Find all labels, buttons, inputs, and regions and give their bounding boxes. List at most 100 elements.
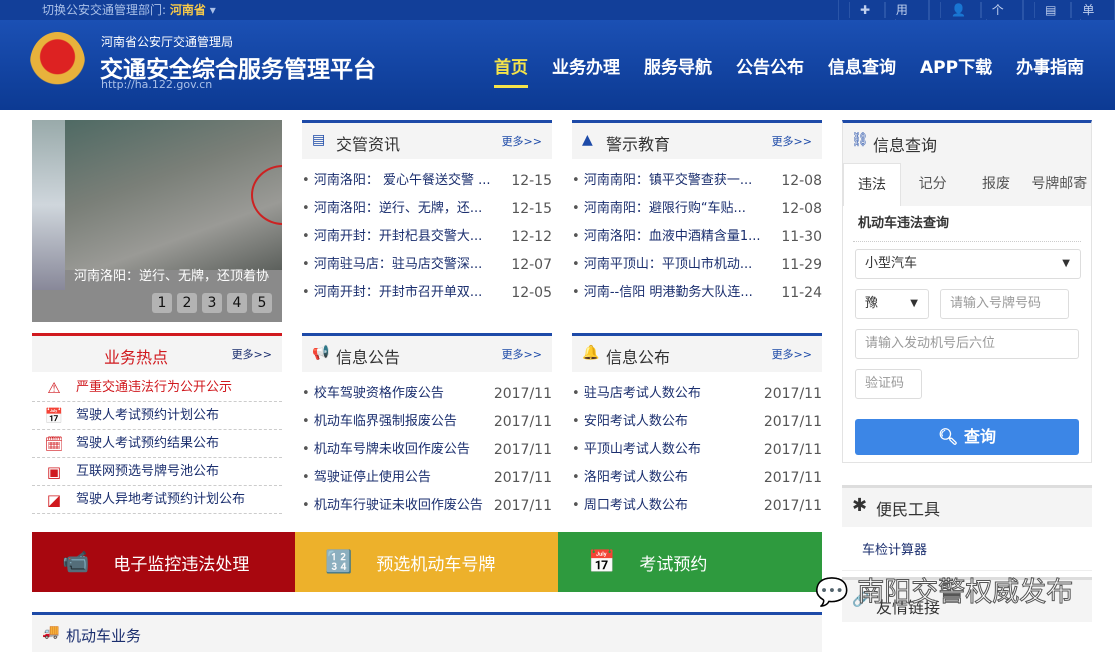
list-item[interactable]: 河南洛阳： 爱心午餐送交警 ... 12-15 [302,167,552,195]
tab-scrap[interactable]: 报废 [964,163,1027,206]
warning-icon: ▲ [582,132,593,148]
item-date: 2017/11 [763,386,822,402]
panel-title: 业务热点 [104,348,169,367]
slide-page-2[interactable]: 2 [177,293,197,313]
wechat-icon: 💬 [815,577,850,609]
slide-page-5[interactable]: 5 [252,293,272,313]
dropdown-arrow-icon: ▼ [910,298,918,309]
list-item[interactable]: 机动车行驶证未收回作废公告 2017/11 [302,492,552,520]
nav-home[interactable]: 首页 [494,53,528,88]
asterisk-icon: ✱ [852,495,868,516]
item-title: 河南开封：开封市召开单双... [302,279,482,307]
list-item[interactable]: 河南洛阳：逆行、无牌，还... 12-15 [302,195,552,223]
vehicle-type-select[interactable]: 小型汽车 ▼ [855,249,1081,279]
slide-page-3[interactable]: 3 [202,293,222,313]
more-link[interactable]: 更多>> [232,346,272,362]
banner-exam-booking[interactable]: 📅 考试预约 [558,532,822,592]
list-item[interactable]: 洛阳考试人数公布 2017/11 [572,464,822,492]
list-item[interactable]: 驾驶证停止使用公告 2017/11 [302,464,552,492]
tab-plate-mail[interactable]: 号牌邮寄 [1028,163,1091,206]
item-date: 2017/11 [493,442,552,458]
list-item[interactable]: 河南开封：开封市召开单双... 12-05 [302,279,552,307]
query-submit-button[interactable]: 🔍︎ 查询 [855,419,1079,455]
slide-caption[interactable]: 河南洛阳：逆行、无牌，还顶着协 [74,265,269,284]
banner-surveillance[interactable]: 📹 电子监控违法处理 [32,532,295,592]
calendar-icon: 📅 [44,407,64,425]
news-slider[interactable]: 河南洛阳：逆行、无牌，还顶着协 1 2 3 4 5 [32,120,282,322]
item-date: 2017/11 [763,470,822,486]
item-date: 2017/11 [493,386,552,402]
slide-page-4[interactable]: 4 [227,293,247,313]
item-title: 校车驾驶资格作废公告 [302,380,444,408]
news-list: 校车驾驶资格作废公告 2017/11 机动车临界强制报废公告2017/11机动车号牌… [302,372,552,520]
province-prefix-select[interactable]: 豫 ▼ [855,289,929,319]
more-link[interactable]: 更多>> [502,133,542,149]
org-name: 河南省公安厅交通管理局 [101,35,234,49]
hot-item[interactable]: 📅 驾驶人考试预约计划公布 [32,402,282,430]
number-plate-icon: ▣ [46,463,62,481]
site-header: 河南省公安厅交通管理局 交通安全综合服务管理平台 http://ha.122.g… [0,20,1115,110]
plate-number-input[interactable]: 请输入号牌号码 [940,289,1069,319]
warning-panel: ▲警示教育更多>> 河南南阳：镇平交警查获一...12-08河南南阳：避限行购“… [572,120,822,307]
list-item[interactable]: 周口考试人数公布 2017/11 [572,492,822,520]
nav-query[interactable]: 信息查询 [828,53,896,88]
nav-business[interactable]: 业务办理 [552,53,620,88]
list-item[interactable]: 河南南阳：镇平交警查获一... 12-08 [572,167,822,195]
banner-plate-selection[interactable]: 🔢 预选机动车号牌 [295,532,558,592]
list-item[interactable]: 河南南阳：避限行购“车贴... 12-08 [572,195,822,223]
item-date: 12-12 [511,229,552,245]
item-date: 12-08 [781,201,822,217]
car-inspection-calculator-link[interactable]: 车检计算器 [842,527,1092,571]
item-date: 12-15 [511,201,552,217]
panel-title: 交管资讯 [336,135,401,154]
nav-service[interactable]: 服务导航 [644,53,712,88]
list-item[interactable]: 河南洛阳：血液中酒精含量1... 11-30 [572,223,822,251]
list-item[interactable]: 河南开封：开封杞县交警大... 12-12 [302,223,552,251]
list-item[interactable]: 河南驻马店：驻马店交警深... 12-07 [302,251,552,279]
panel-title: 信息公告 [336,348,401,367]
more-link[interactable]: 更多>> [772,346,812,362]
tab-points[interactable]: 记分 [901,163,964,206]
item-date: 11-29 [781,257,822,273]
calendar-edit-icon: 🗓 [44,435,64,453]
form-title: 机动车违法查询 [853,212,1081,242]
nav-announcements[interactable]: 公告公布 [736,53,804,88]
hot-item[interactable]: ⚠ 严重交通违法行为公开公示 [32,374,282,402]
notice-panel: 📢 信息公告 更多>> 校车驾驶资格作废公告 2017/11 机动车临界强制报废公告 20… [302,333,552,520]
number-plate-icon: 🔢 [325,549,353,575]
news-list: 驻马店考试人数公布2017/11安阳考试人数公布2017/11平顶山考试人数公布… [572,372,822,520]
news-panel: ▤交管资讯更多>> 河南洛阳： 爱心午餐送交警 ...12-15河南洛阳：逆行、… [302,120,552,307]
hot-item[interactable]: ▣ 互联网预选号牌号池公布 [32,458,282,486]
list-item[interactable]: 驻马店考试人数公布 2017/11 [572,380,822,408]
item-title: 平顶山考试人数公布 [572,436,701,464]
list-item[interactable]: 平顶山考试人数公布 2017/11 [572,436,822,464]
nav-guide[interactable]: 办事指南 [1016,53,1084,88]
nav-app[interactable]: APP下载 [920,53,992,88]
hot-item[interactable]: ◪ 驾驶人异地考试预约计划公布 [32,486,282,514]
list-item[interactable]: 河南--信阳 明港勤务大队连... 11-24 [572,279,822,307]
more-link[interactable]: 更多>> [772,133,812,149]
list-item[interactable]: 河南平顶山：平顶山市机动... 11-29 [572,251,822,279]
item-title: 河南南阳：镇平交警查获一... [572,167,752,195]
list-item[interactable]: 安阳考试人数公布 2017/11 [572,408,822,436]
list-item[interactable]: 机动车号牌未收回作废公告 2017/11 [302,436,552,464]
item-date: 12-08 [781,173,822,189]
list-item[interactable]: 机动车临界强制报废公告 2017/11 [302,408,552,436]
item-title: 河南南阳：避限行购“车贴... [572,195,746,223]
hot-item[interactable]: 🗓 驾驶人考试预约结果公布 [32,430,282,458]
captcha-input[interactable]: 验证码 [855,369,922,399]
more-link[interactable]: 更多>> [502,346,542,362]
dropdown-arrow-icon: ▼ [1062,258,1070,269]
department-switcher[interactable]: 切换公安交通管理部门: 河南省 ▾ [42,1,216,18]
engine-number-input[interactable]: 请输入发动机号后六位 [855,329,1079,359]
slide-image[interactable] [65,120,282,270]
info-query-panel: ⛓ 信息查询 违法 记分 报废 号牌邮寄 机动车违法查询 小型汽车 ▼ 豫 ▼ 请输入… [842,120,1092,463]
news-list: 河南洛阳： 爱心午餐送交警 ... 12-15 河南洛阳：逆行、无牌，还... 12-… [302,159,552,307]
slide-page-1[interactable]: 1 [152,293,172,313]
item-title: 驾驶证停止使用公告 [302,464,431,492]
tab-violation[interactable]: 违法 [843,163,901,206]
list-item[interactable]: 校车驾驶资格作废公告 2017/11 [302,380,552,408]
item-date: 11-24 [781,285,822,301]
item-title: 机动车号牌未收回作废公告 [302,436,470,464]
item-title: 河南--信阳 明港勤务大队连... [572,279,753,307]
